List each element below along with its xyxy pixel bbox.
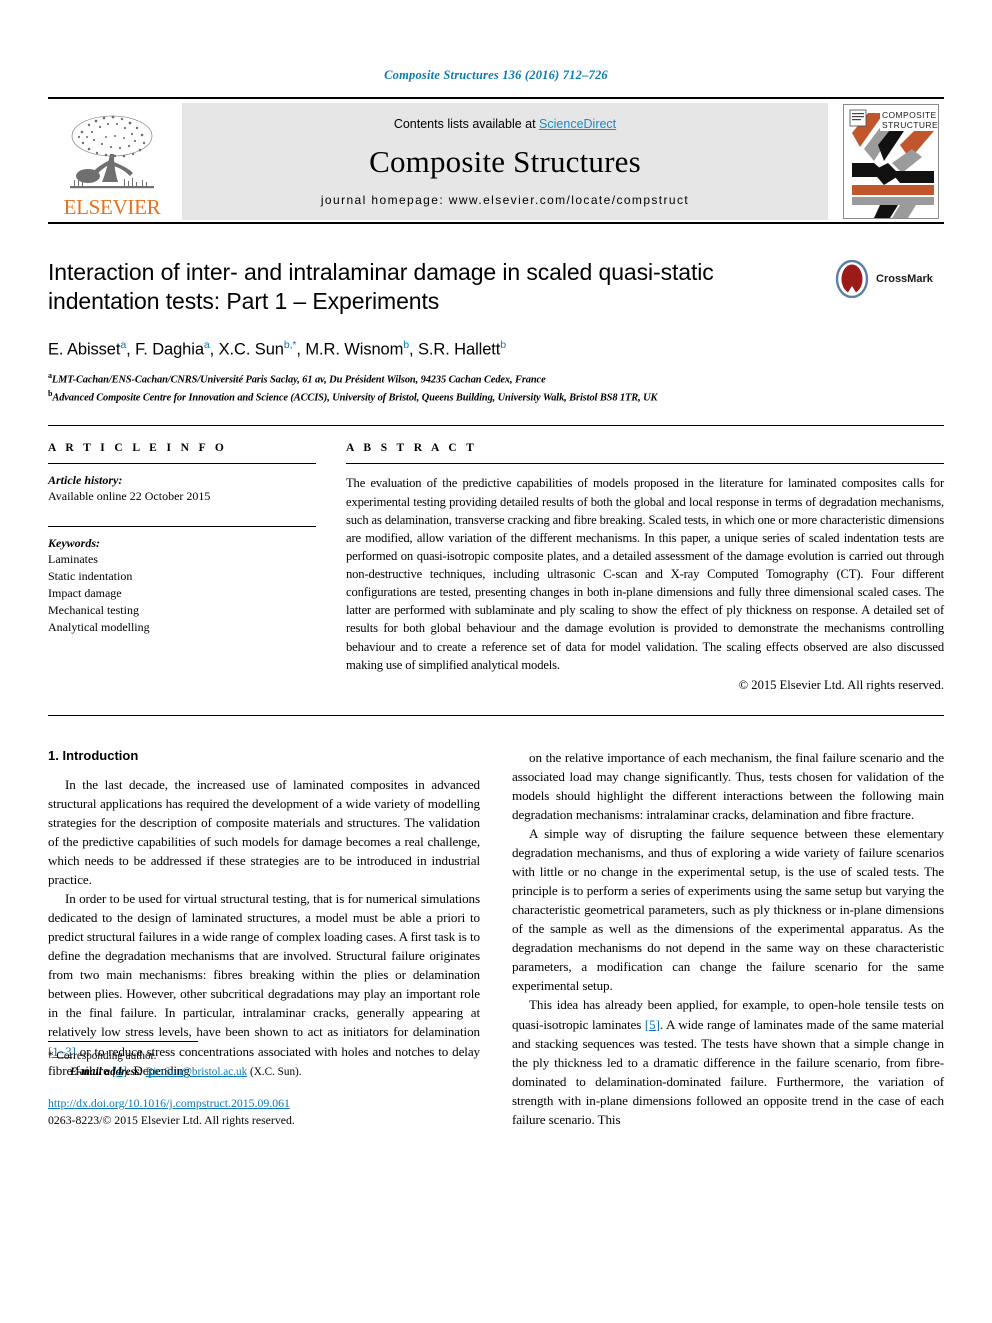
elsevier-wordmark: ELSEVIER [63,195,161,219]
elsevier-logo: ELSEVIER [48,103,176,220]
article-history-label: Article history: [48,473,123,488]
crossmark-icon [835,260,869,298]
right-column-paragraphs: on the relative importance of each mecha… [512,748,944,1129]
author-list: E. Abisseta, F. Daghiaa, X.C. Sunb,*, M.… [48,339,944,360]
journal-homepage-line[interactable]: journal homepage: www.elsevier.com/locat… [321,193,689,207]
abstract-rule [346,463,944,465]
author-separator: , [409,340,418,359]
keyword-item: Laminates [48,551,98,566]
body-paragraph: In the last decade, the increased use of… [48,776,480,888]
citation-link[interactable]: [5] [645,1017,660,1032]
page-title: Interaction of inter- and intralaminar d… [48,259,714,315]
keyword-item: Static indentation [48,568,133,583]
sciencedirect-link[interactable]: ScienceDirect [539,117,616,131]
footnote-block: * Corresponding author. E-mail address: … [48,1040,480,1129]
masthead-center-panel: Contents lists available at ScienceDirec… [182,103,828,220]
svg-text:STRUCTURES: STRUCTURES [882,120,938,130]
elsevier-tree-icon [70,115,154,189]
corresponding-author-note: * Corresponding author. [48,1048,480,1064]
body-columns: 1. Introduction In the last decade, the … [48,748,944,1129]
affiliation-text: Advanced Composite Centre for Innovation… [52,392,658,404]
title-block: Interaction of inter- and intralaminar d… [48,258,944,405]
body-left-column: 1. Introduction In the last decade, the … [48,748,480,1129]
info-top-rule [48,425,944,427]
body-paragraph: This idea has already been applied, for … [512,997,945,1127]
affiliation-item: bAdvanced Composite Centre for Innovatio… [48,388,944,406]
author-name: M.R. Wisnom [305,340,404,359]
affiliation-text: LMT-Cachan/ENS-Cachan/CNRS/Université Pa… [51,374,546,386]
left-column-paragraphs: In the last decade, the increased use of… [48,775,480,1080]
body-paragraph: on the relative importance of each mecha… [512,749,944,822]
crossmark-label: CrossMark [876,273,933,285]
author-name: E. Abisset [48,340,121,359]
keyword-item: Analytical modelling [48,619,150,634]
running-head-citation: Composite Structures 136 (2016) 712–726 [384,68,608,82]
corresponding-marker: * [48,1049,54,1062]
author-separator: , [209,340,219,359]
corresponding-text: Corresponding author. [56,1049,157,1062]
footnote-rule [48,1040,198,1042]
abstract-body: The evaluation of the predictive capabil… [346,476,944,672]
body-paragraph: A simple way of disrupting the failure s… [512,826,944,994]
author-affiliation-marker: b [500,338,506,351]
masthead-bottom-rule [48,222,944,224]
author-name: S.R. Hallett [418,340,501,359]
section-heading-introduction: 1. Introduction [48,747,139,763]
email-label: E-mail address: [70,1066,144,1079]
keywords-rule [48,525,316,527]
abstract-copyright: © 2015 Elsevier Ltd. All rights reserved… [738,677,944,692]
affiliation-list: aLMT-Cachan/ENS-Cachan/CNRS/Université P… [48,370,944,405]
keywords-label: Keywords: [48,535,100,550]
masthead-top-rule [48,97,944,99]
affiliation-item: aLMT-Cachan/ENS-Cachan/CNRS/Université P… [48,370,944,388]
article-info-rule [48,463,316,465]
author-name: X.C. Sun [218,340,284,359]
journal-title: Composite Structures [369,144,641,179]
keywords-list: Laminates Static indentation Impact damage… [48,551,316,636]
author-separator: , [126,340,136,359]
journal-masthead: ELSEVIER Contents lists available at Sci… [48,103,944,220]
keyword-item: Impact damage [48,585,122,600]
doi-block: http://dx.doi.org/10.1016/j.compstruct.2… [48,1094,480,1129]
author-name: F. Daghia [135,340,204,359]
email-link[interactable]: Ric.Sun@bristol.ac.uk [146,1066,247,1078]
paper-page: Composite Structures 136 (2016) 712–726 [0,0,992,1323]
email-owner: (X.C. Sun). [249,1066,302,1079]
article-info-heading: A R T I C L E I N F O [48,442,228,455]
contents-available-line: Contents lists available at ScienceDirec… [394,117,616,131]
info-bottom-rule [48,714,944,716]
article-info-column: A R T I C L E I N F O Article history: A… [48,442,346,692]
contents-prefix-text: Contents lists available at [393,117,540,131]
article-history-value: Available online 22 October 2015 [48,489,211,504]
email-note: E-mail address: Ric.Sun@bristol.ac.uk (X… [48,1064,480,1080]
info-abstract-area: A R T I C L E I N F O Article history: A… [48,442,944,692]
issn-copyright-line: 0263-8223/© 2015 Elsevier Ltd. All right… [48,1113,295,1128]
doi-link[interactable]: http://dx.doi.org/10.1016/j.compstruct.2… [48,1096,290,1110]
journal-cover-artwork: COMPOSITE STRUCTURES [844,105,938,218]
author-affiliation-marker: b,* [283,338,297,351]
body-right-column: on the relative importance of each mecha… [512,748,944,1129]
crossmark-badge[interactable]: CrossMark [834,258,942,300]
keyword-item: Mechanical testing [48,602,139,617]
abstract-column: A B S T R A C T The evaluation of the pr… [346,442,944,692]
journal-cover-thumbnail: COMPOSITE STRUCTURES [838,103,944,220]
svg-text:COMPOSITE: COMPOSITE [882,110,937,120]
abstract-heading: A B S T R A C T [346,442,478,455]
